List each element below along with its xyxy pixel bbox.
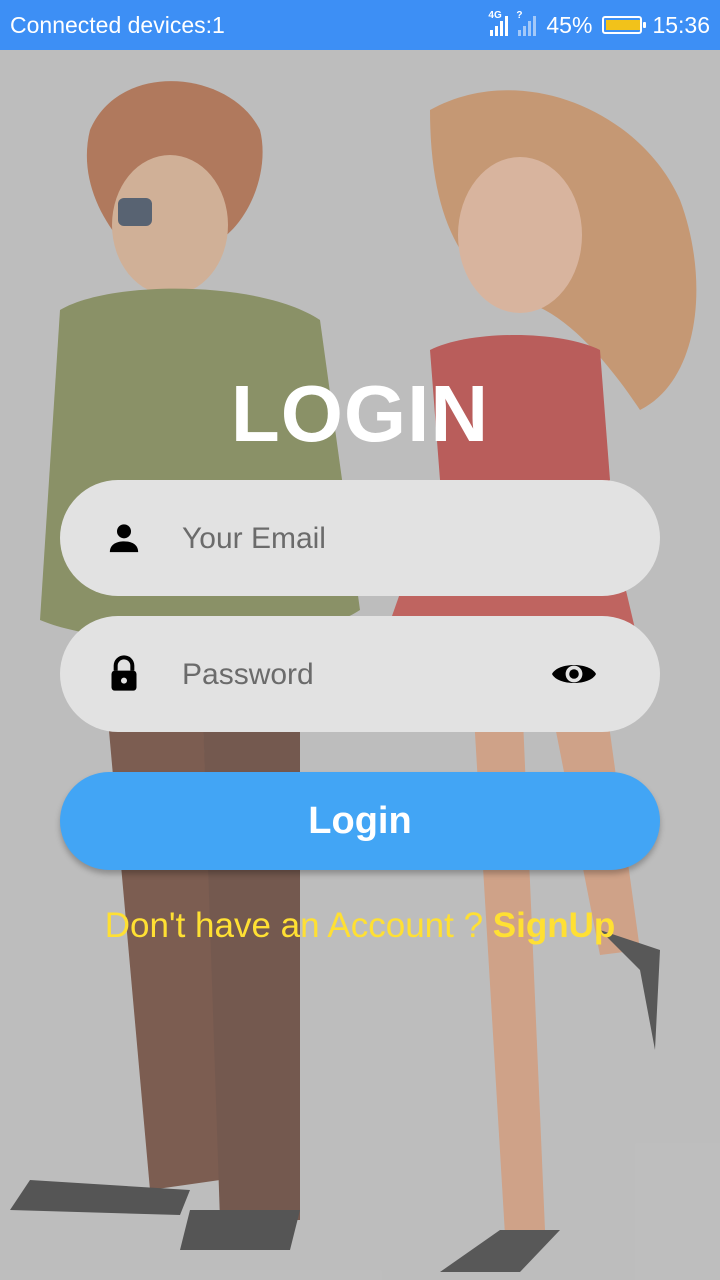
eye-icon[interactable] — [550, 657, 598, 691]
connected-devices-text: Connected devices:1 — [10, 11, 225, 38]
battery-icon — [602, 16, 647, 34]
person-icon — [109, 524, 139, 553]
password-input[interactable] — [180, 616, 524, 734]
no-account-text: Don't have an Account ? — [104, 906, 493, 945]
page-title: LOGIN — [230, 369, 490, 458]
lock-icon — [111, 655, 137, 691]
email-field[interactable] — [60, 480, 660, 598]
clock-time: 15:36 — [652, 11, 710, 38]
email-input[interactable] — [180, 480, 524, 598]
status-bar: Connected devices:1 4G ? 45% 15:36 — [0, 0, 720, 50]
login-button[interactable]: Login — [60, 772, 660, 870]
signup-prompt: Don't have an Account ? SignUp — [0, 906, 720, 946]
signal-sim2-icon: ? — [516, 10, 537, 36]
battery-percent: 45% — [546, 11, 593, 38]
password-field[interactable] — [60, 616, 660, 734]
signup-link[interactable]: SignUp — [493, 906, 615, 945]
signal-4g-icon: 4G — [488, 10, 509, 36]
status-icons: 4G ? 45% 15:36 — [488, 10, 710, 39]
